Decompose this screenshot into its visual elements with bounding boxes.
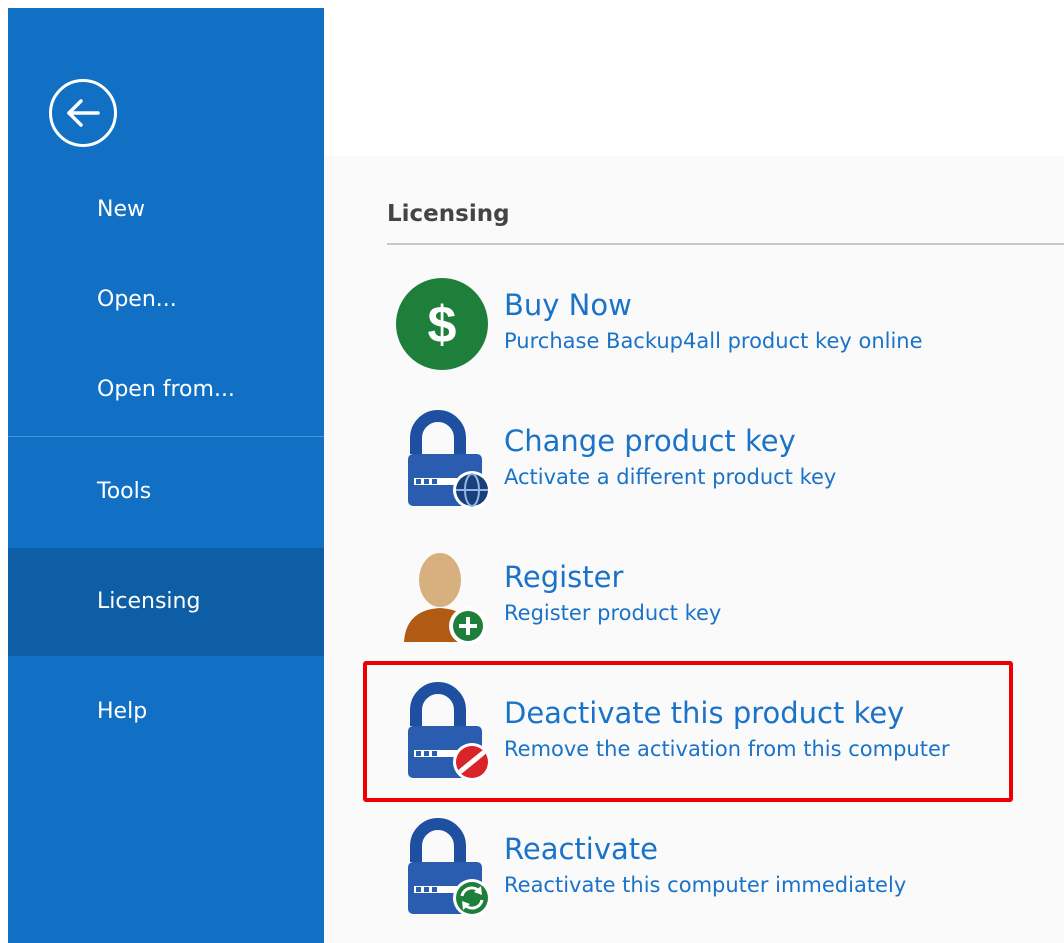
sidebar-item-label: Licensing [97,589,201,614]
option-description: Reactivate this computer immediately [504,873,907,897]
lock-globe-icon [408,410,491,509]
option-description: Remove the activation from this computer [504,737,950,761]
sidebar-item-open[interactable]: Open... [8,278,324,322]
option-title: Buy Now [504,288,632,322]
arrow-left-icon [67,99,100,127]
register-option[interactable]: Register Register product key [384,546,984,656]
option-title: Register [504,560,624,594]
user-add-icon [404,553,487,645]
sidebar-item-help[interactable]: Help [8,690,324,734]
sidebar-item-open-from[interactable]: Open from... [8,368,324,412]
option-description: Register product key [504,601,722,625]
back-button[interactable] [49,79,117,147]
option-title: Reactivate [504,832,658,866]
main-panel: Licensing $ Buy Now Purchase Backup4all … [324,8,1064,943]
sidebar-item-label: Open... [97,287,177,312]
sidebar-item-label: Tools [97,479,152,504]
sidebar-item-new[interactable]: New [8,188,324,232]
option-description: Purchase Backup4all product key online [504,329,923,353]
sidebar-divider [8,436,324,437]
sidebar-item-licensing[interactable]: Licensing [8,548,324,656]
reactivate-option[interactable]: Reactivate Reactivate this computer imme… [384,818,984,928]
section-divider [387,243,1064,245]
sidebar-item-label: Open from... [97,377,235,402]
lock-refresh-icon [408,818,491,917]
option-title: Deactivate this product key [504,696,905,730]
main-header-area [324,8,1064,156]
deactivate-product-key-option[interactable]: Deactivate this product key Remove the a… [384,682,984,792]
sidebar-item-label: Help [97,699,148,724]
buy-now-option[interactable]: $ Buy Now Purchase Backup4all product ke… [384,274,984,384]
change-product-key-option[interactable]: Change product key Activate a different … [384,410,984,520]
lock-deny-icon [408,682,491,781]
sidebar-item-label: New [97,197,145,222]
sidebar-item-tools[interactable]: Tools [8,470,324,514]
sidebar: New Open... Open from... Tools Licensing… [8,8,324,943]
option-description: Activate a different product key [504,465,837,489]
option-title: Change product key [504,424,796,458]
dollar-icon: $ [396,278,488,370]
svg-text:$: $ [428,296,457,354]
section-title: Licensing [387,201,510,227]
